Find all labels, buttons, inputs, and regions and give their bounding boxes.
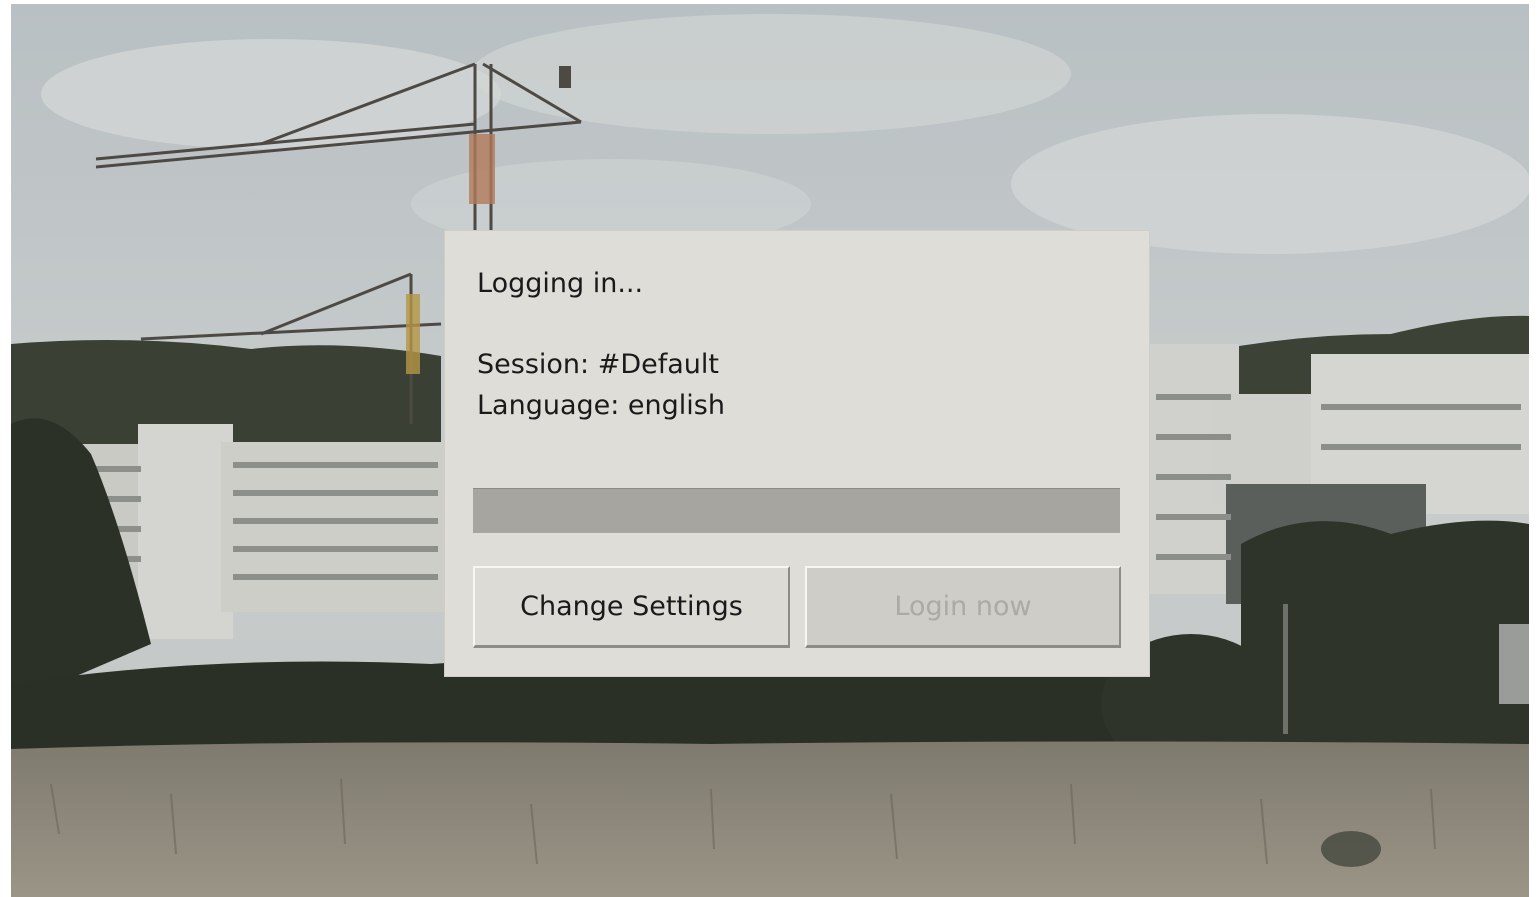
change-settings-button[interactable]: Change Settings bbox=[473, 566, 790, 648]
login-dialog: Logging in... Session: #Default Language… bbox=[444, 230, 1150, 677]
language-label: Language: english bbox=[477, 390, 725, 421]
session-label: Session: #Default bbox=[477, 349, 719, 380]
login-status-text: Logging in... bbox=[477, 268, 644, 299]
login-now-button[interactable]: Login now bbox=[805, 566, 1121, 648]
login-screen: Logging in... Session: #Default Language… bbox=[11, 4, 1529, 897]
login-progress-bar bbox=[473, 488, 1120, 533]
